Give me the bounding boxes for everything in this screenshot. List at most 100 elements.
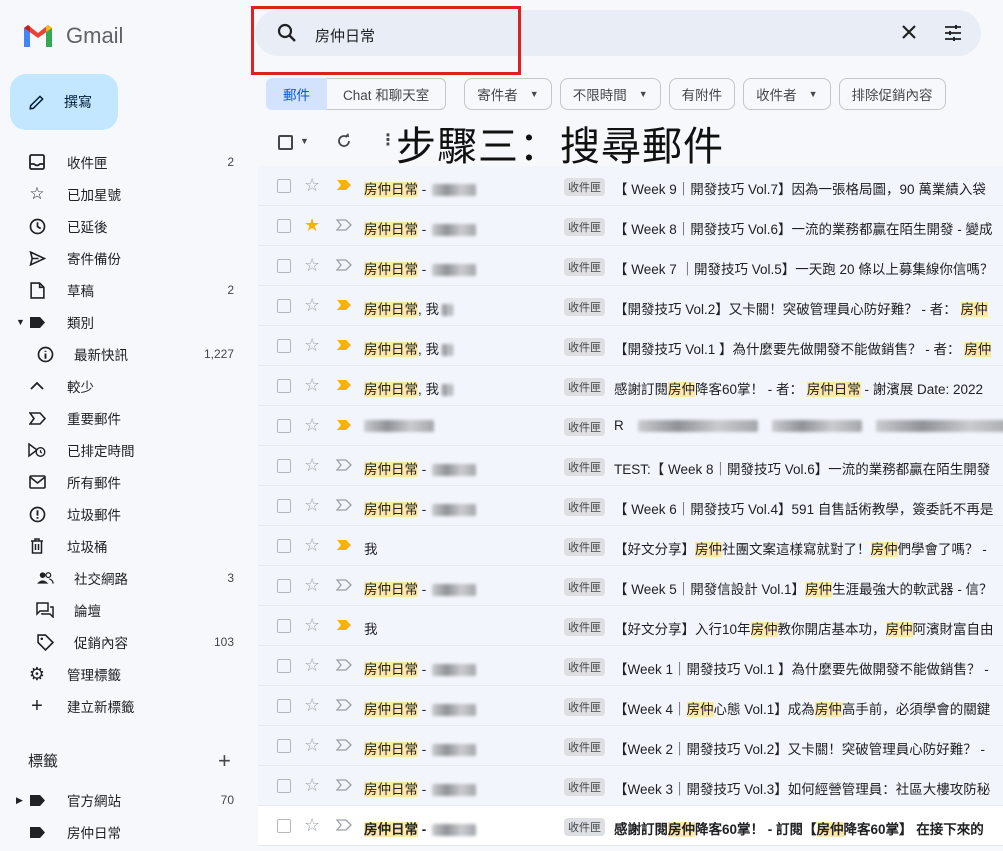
folder-tag[interactable]: 收件匣 [564, 738, 605, 756]
select-dropdown-icon[interactable]: ▼ [300, 136, 309, 146]
nav-item-starred[interactable]: ☆ 已加星號 [0, 178, 258, 210]
nav-item-social[interactable]: 社交網路 3 [0, 562, 258, 594]
star-icon[interactable]: ☆ [304, 775, 320, 796]
important-marker-icon[interactable] [336, 539, 352, 551]
important-marker-icon[interactable] [336, 699, 352, 711]
row-checkbox[interactable] [277, 299, 291, 313]
email-row[interactable]: ☆ 房仲日常, 我 收件匣 【開發技巧 Vol.1 】為什麼要先做開發不能做銷售？ -… [258, 326, 1003, 366]
folder-tag[interactable]: 收件匣 [564, 818, 605, 836]
nav-item-categories[interactable]: ▼ 類別 [0, 306, 258, 338]
nav-item-drafts[interactable]: 草稿 2 [0, 274, 258, 306]
nav-item-updates[interactable]: 最新快訊 1,227 [0, 338, 258, 370]
star-icon[interactable]: ☆ [304, 575, 320, 596]
email-row[interactable]: ☆ 我 收件匣 【好文分享】入行10年房仲教你開店基本功，房仲阿濱財富自由 [258, 606, 1003, 646]
row-checkbox[interactable] [277, 419, 291, 433]
folder-tag[interactable]: 收件匣 [564, 658, 605, 676]
tab-chat[interactable]: Chat 和聊天室 [327, 78, 447, 110]
nav-item-less[interactable]: 較少 [0, 370, 258, 402]
important-marker-icon[interactable] [336, 299, 352, 311]
folder-tag[interactable]: 收件匣 [564, 778, 605, 796]
star-icon[interactable]: ☆ [304, 535, 320, 556]
folder-tag[interactable]: 收件匣 [564, 498, 605, 516]
tab-mail[interactable]: 郵件 [266, 78, 327, 110]
email-row[interactable]: ☆ 房仲日常 - 收件匣【 Week 7 ｜開發技巧 Vol.5】一天跑 20 條… [258, 246, 1003, 286]
folder-tag[interactable]: 收件匣 [564, 378, 605, 396]
gmail-logo[interactable]: Gmail [22, 22, 123, 50]
folder-tag[interactable]: 收件匣 [564, 338, 605, 356]
important-marker-icon[interactable] [336, 659, 352, 671]
important-marker-icon[interactable] [336, 379, 352, 391]
nav-item-all-mail[interactable]: 所有郵件 [0, 466, 258, 498]
row-checkbox[interactable] [277, 539, 291, 553]
nav-item-snoozed[interactable]: 已延後 [0, 210, 258, 242]
row-checkbox[interactable] [277, 459, 291, 473]
important-marker-icon[interactable] [336, 219, 352, 231]
star-icon[interactable]: ☆ [304, 735, 320, 756]
email-row[interactable]: ☆ 房仲日常 - 收件匣【 Week 6｜開發技巧 Vol.4】591 自售話術教… [258, 486, 1003, 526]
select-all-checkbox[interactable] [278, 135, 293, 150]
folder-tag[interactable]: 收件匣 [564, 578, 605, 596]
row-checkbox[interactable] [277, 619, 291, 633]
email-row[interactable]: ☆ 房仲日常 - 收件匣 【Week 4｜房仲心態 Vol.1】成為房仲高手前，必須… [258, 686, 1003, 726]
star-icon[interactable]: ☆ [304, 695, 320, 716]
email-row[interactable]: ☆ 我 收件匣 【好文分享】房仲社團文案這樣寫就對了！房仲們學會了嗎？ - [258, 526, 1003, 566]
email-row[interactable]: ☆ 收件匣 R [258, 406, 1003, 446]
star-icon[interactable]: ☆ [304, 495, 320, 516]
star-icon[interactable]: ☆ [304, 375, 320, 396]
important-marker-icon[interactable] [336, 339, 352, 351]
email-row[interactable]: ☆ 房仲日常 - 收件匣【 Week 5｜開發信設計 Vol.1】房仲生涯最強大的… [258, 566, 1003, 606]
star-filled-icon[interactable]: ★ [304, 215, 320, 236]
filter-chip-time[interactable]: 不限時間 ▼ [559, 78, 661, 110]
star-icon[interactable]: ☆ [304, 655, 320, 676]
row-checkbox[interactable] [277, 659, 291, 673]
star-icon[interactable]: ☆ [304, 455, 320, 476]
email-row[interactable]: ☆ 房仲日常 - 收件匣 【Week 2｜開發技巧 Vol.2】又卡關！突破管理員心… [258, 726, 1003, 766]
star-icon[interactable]: ☆ [304, 615, 320, 636]
nav-item-inbox[interactable]: 收件匣 2 [0, 146, 258, 178]
important-marker-icon[interactable] [336, 259, 352, 271]
folder-tag[interactable]: 收件匣 [564, 698, 605, 716]
email-row[interactable]: ☆ 房仲日常, 我 收件匣 【開發技巧 Vol.2】又卡關！突破管理員心防好難？ - … [258, 286, 1003, 326]
star-icon[interactable]: ☆ [304, 415, 320, 436]
important-marker-icon[interactable] [336, 619, 352, 631]
filter-chip-to[interactable]: 收件者 ▼ [743, 78, 831, 110]
nav-item-forums[interactable]: 論壇 [0, 594, 258, 626]
row-checkbox[interactable] [277, 339, 291, 353]
search-options-icon[interactable] [943, 23, 963, 48]
star-icon[interactable]: ☆ [304, 335, 320, 356]
folder-tag[interactable]: 收件匣 [564, 538, 605, 556]
star-icon[interactable]: ☆ [304, 815, 320, 836]
folder-tag[interactable]: 收件匣 [564, 258, 605, 276]
label-item-official-site[interactable]: ▶ 官方網站 70 [0, 784, 258, 816]
important-marker-icon[interactable] [336, 459, 352, 471]
row-checkbox[interactable] [277, 699, 291, 713]
row-checkbox[interactable] [277, 179, 291, 193]
nav-item-create-label[interactable]: + 建立新標籤 [0, 690, 258, 722]
filter-chip-attachment[interactable]: 有附件 [668, 78, 736, 110]
email-row[interactable]: ☆ 房仲日常 - 收件匣 【Week 1｜開發技巧 Vol.1 】為什麼要先做開發不… [258, 646, 1003, 686]
compose-button[interactable]: 撰寫 [10, 74, 118, 130]
caret-down-icon[interactable]: ▼ [16, 317, 25, 327]
label-item-daily[interactable]: 房仲日常 [0, 816, 258, 848]
folder-tag[interactable]: 收件匣 [564, 298, 605, 316]
star-icon[interactable]: ☆ [304, 175, 320, 196]
star-icon[interactable]: ☆ [304, 255, 320, 276]
email-row[interactable]: ☆ 房仲日常, 我 收件匣 感謝訂閱房仲降客60掌！ - 者： 房仲日常 - 謝濱展 … [258, 366, 1003, 406]
close-icon[interactable] [899, 22, 919, 47]
nav-item-important[interactable]: 重要郵件 [0, 402, 258, 434]
nav-item-sent[interactable]: 寄件備份 [0, 242, 258, 274]
star-icon[interactable]: ☆ [304, 295, 320, 316]
important-marker-icon[interactable] [336, 819, 352, 831]
nav-item-promotions[interactable]: 促銷內容 103 [0, 626, 258, 658]
nav-item-manage-labels[interactable]: ⚙ 管理標籤 [0, 658, 258, 690]
row-checkbox[interactable] [277, 739, 291, 753]
filter-chip-from[interactable]: 寄件者 ▼ [464, 78, 552, 110]
row-checkbox[interactable] [277, 379, 291, 393]
important-marker-icon[interactable] [336, 419, 352, 431]
row-checkbox[interactable] [277, 579, 291, 593]
row-checkbox[interactable] [277, 779, 291, 793]
nav-item-spam[interactable]: 垃圾郵件 [0, 498, 258, 530]
folder-tag[interactable]: 收件匣 [564, 458, 605, 476]
nav-item-scheduled[interactable]: 已排定時間 [0, 434, 258, 466]
more-options-icon[interactable]: ⋮ [380, 130, 396, 150]
